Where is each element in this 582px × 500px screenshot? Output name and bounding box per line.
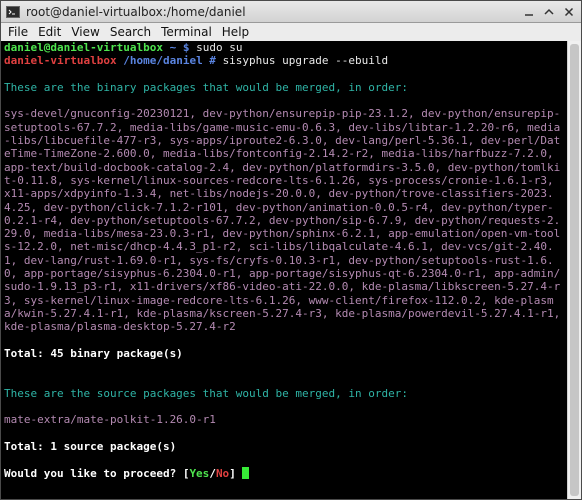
source-total: Total: 1 source package(s) <box>4 439 177 453</box>
menu-terminal[interactable]: Terminal <box>156 25 217 39</box>
menu-help[interactable]: Help <box>217 25 254 39</box>
prompt-line-root: daniel-virtualbox /home/daniel # sisyphu… <box>4 54 565 67</box>
proceed-question: Would you like to proceed? <box>4 466 183 480</box>
prompt-command: sudo su <box>196 41 243 54</box>
terminal-window: root@daniel-virtualbox:/home/daniel File… <box>0 0 582 500</box>
root-prompt-path: /home/daniel # <box>123 54 216 68</box>
prompt-path: ~ $ <box>169 41 190 54</box>
root-prompt-host: daniel-virtualbox <box>4 54 117 68</box>
menu-search[interactable]: Search <box>105 25 156 39</box>
vertical-scrollbar[interactable] <box>567 41 581 499</box>
menu-view[interactable]: View <box>66 25 104 39</box>
root-prompt-command: sisyphus upgrade --ebuild <box>222 54 389 68</box>
binary-package-list: sys-devel/gnuconfig-20230121, dev-python… <box>4 107 567 334</box>
text-cursor <box>242 466 250 479</box>
prompt-line-user: daniel@daniel-virtualbox ~ $ sudo su <box>4 41 565 54</box>
proceed-slash: / <box>209 466 216 480</box>
source-package-list: mate-extra/mate-polkit-1.26.0-r1 <box>4 413 216 427</box>
source-header: These are the source packages that would… <box>4 386 408 400</box>
window-title: root@daniel-virtualbox:/home/daniel <box>26 4 246 19</box>
menu-file[interactable]: File <box>3 25 33 39</box>
menu-bar: File Edit View Search Terminal Help <box>1 23 581 42</box>
binary-header: These are the binary packages that would… <box>4 80 408 94</box>
proceed-prompt: Would you like to proceed? [Yes/No] <box>4 466 565 480</box>
window-controls <box>521 4 577 19</box>
proceed-close-bracket: ] <box>229 466 236 480</box>
terminal-output[interactable]: daniel@daniel-virtualbox ~ $ sudo su dan… <box>1 41 568 499</box>
terminal-icon <box>6 5 20 18</box>
scrollbar-thumb[interactable] <box>570 44 579 496</box>
binary-total: Total: 45 binary package(s) <box>4 346 183 360</box>
proceed-no: No <box>215 466 230 480</box>
title-bar[interactable]: root@daniel-virtualbox:/home/daniel <box>1 1 581 23</box>
minimize-icon[interactable] <box>521 4 537 19</box>
menu-edit[interactable]: Edit <box>33 25 66 39</box>
prompt-userhost: daniel@daniel-virtualbox <box>4 41 163 54</box>
proceed-yes: Yes <box>189 466 210 480</box>
close-icon[interactable] <box>561 4 577 19</box>
maximize-icon[interactable] <box>541 4 557 19</box>
